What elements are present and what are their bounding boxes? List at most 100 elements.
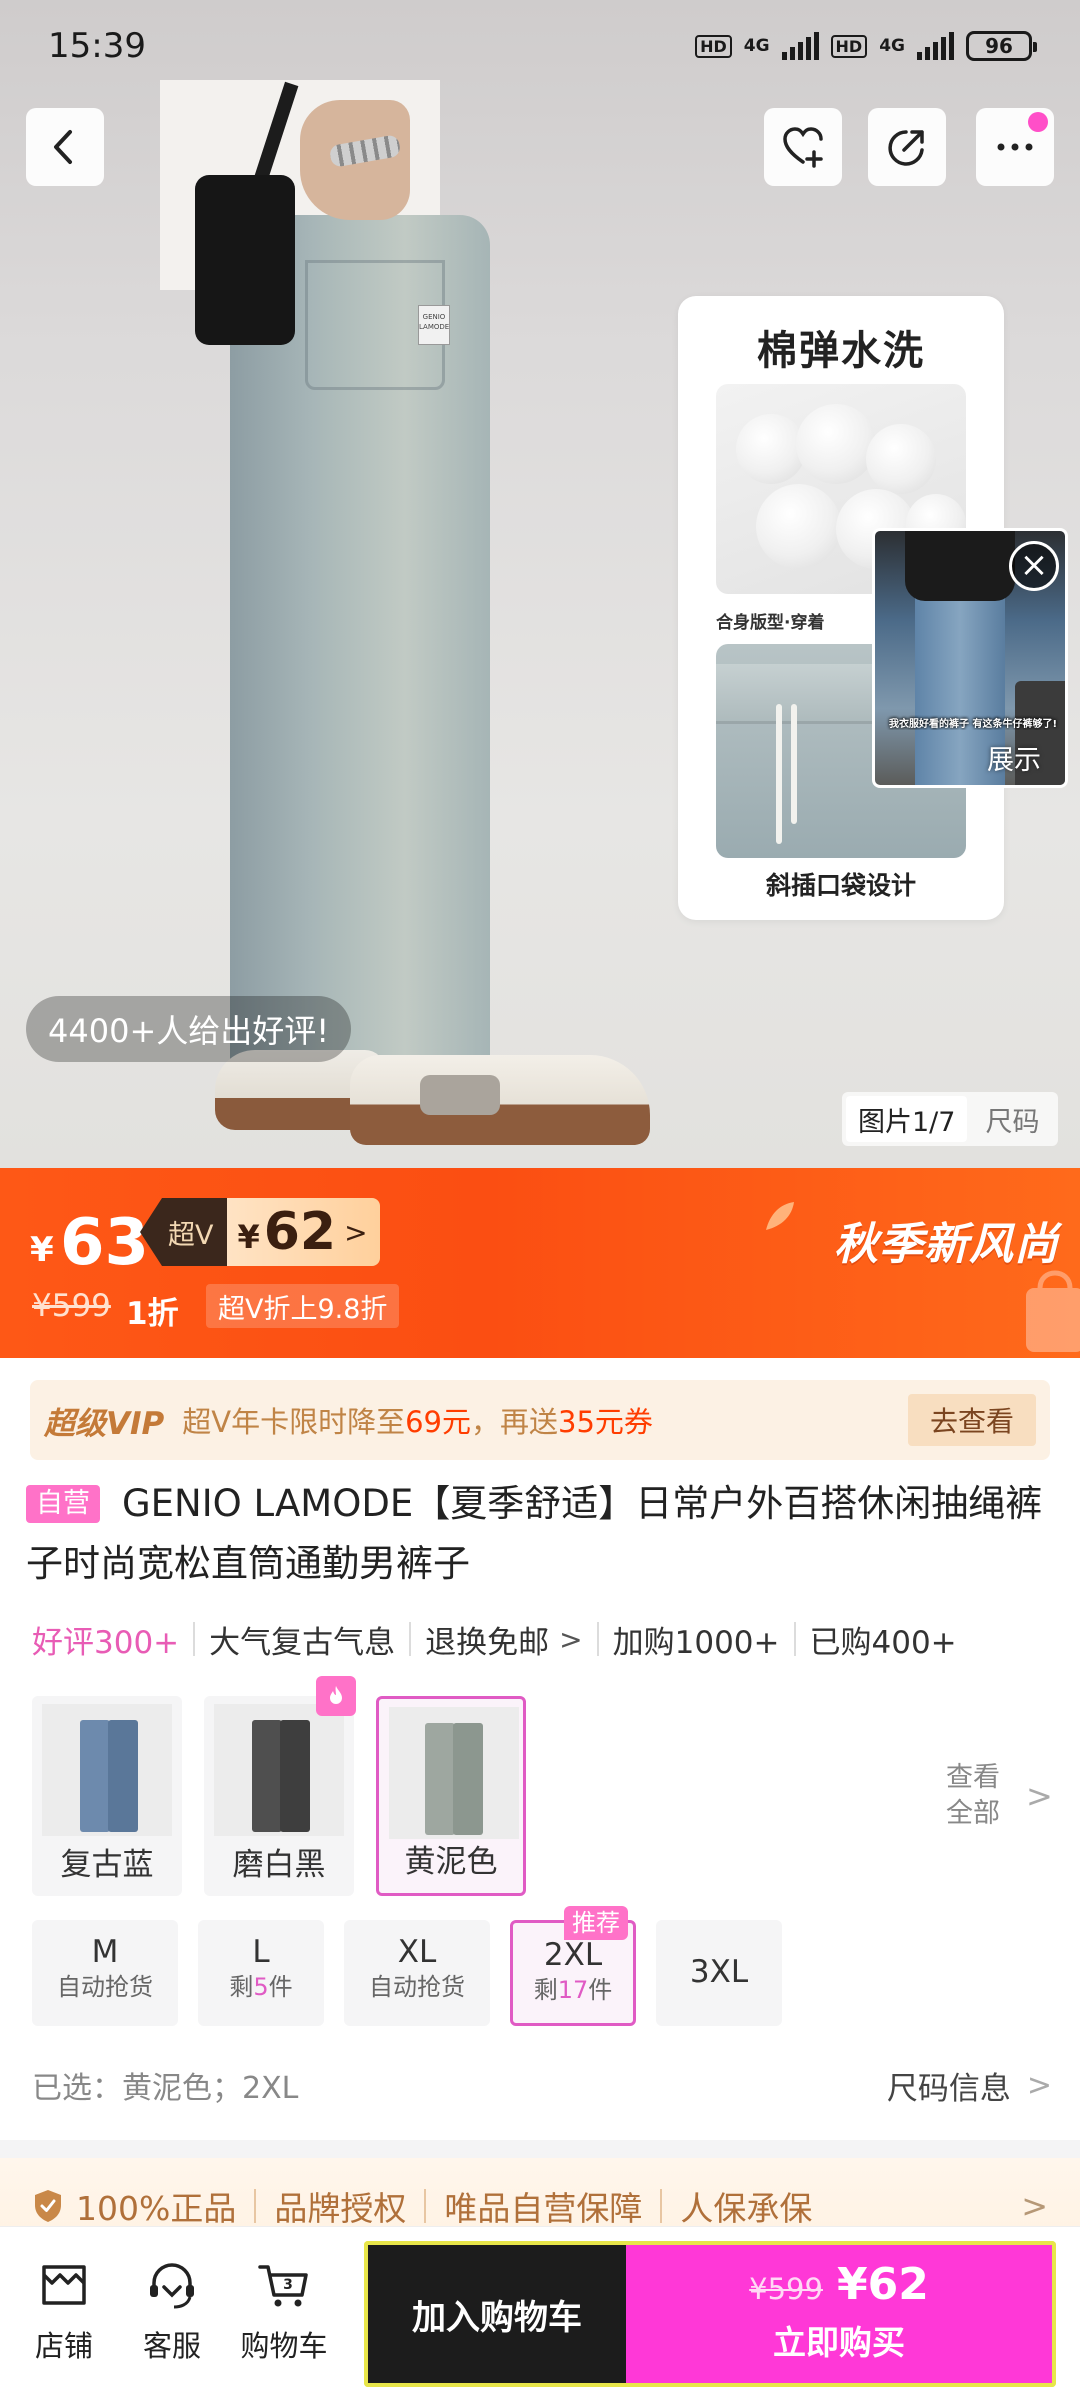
cotton-boll — [796, 404, 876, 484]
color-option-vintage-blue[interactable]: 复古蓝 — [32, 1696, 182, 1896]
view-vip-button[interactable]: 去查看 — [907, 1394, 1036, 1446]
svip-price-tag[interactable]: 超V ¥ 62 > — [140, 1198, 380, 1266]
cart-icon: 3 — [258, 2265, 308, 2307]
vip-text-middle: ，再送 — [471, 1405, 559, 1439]
cotton-boll — [756, 484, 841, 569]
vip-promo-strip[interactable]: 超级VIP 超V年卡限时降至69元，再送35元券 去查看 — [30, 1380, 1050, 1460]
variant-thumbnail — [42, 1704, 172, 1836]
stock-count: 5 — [253, 1973, 269, 2001]
added-to-cart-count: 加购1000+ — [612, 1624, 780, 1661]
svip-discount-note: 超V折上9.8折 — [206, 1284, 400, 1328]
guarantee-item: 人保承保 — [680, 2189, 813, 2228]
recommended-badge: 推荐 — [564, 1906, 628, 1940]
bottom-action-bar: 店铺 客服 3 购物车 加入购物车 ¥599 ¥62 立即购买 — [0, 2226, 1080, 2400]
buy-now-button[interactable]: ¥599 ¥62 立即购买 — [626, 2241, 1056, 2387]
review-pill[interactable]: 4400+人给出好评! — [26, 996, 352, 1062]
size-stock: 剩5件 — [198, 1970, 324, 2004]
video-label: 展示 — [987, 745, 1041, 776]
feature-title: 棉弹水洗 — [757, 328, 925, 374]
color-option-washed-black[interactable]: 磨白黑 — [204, 1696, 354, 1896]
chevron-right-icon: > — [1026, 2067, 1052, 2103]
buy-original-price: ¥599 — [749, 2272, 823, 2306]
shoe-right — [350, 1055, 650, 1145]
size-option-xl[interactable]: XL 自动抢货 — [344, 1920, 490, 2026]
image-counter-tab[interactable]: 图片1/7 — [846, 1096, 968, 1142]
super-vip-logo: 超级VIP — [44, 1405, 165, 1442]
store-button[interactable]: 店铺 — [14, 2257, 114, 2365]
status-bar: 15:39 HD 4G HD 4G 96 — [0, 0, 1080, 92]
favorite-button[interactable] — [764, 108, 842, 186]
chevron-right-icon: > — [1026, 1777, 1053, 1815]
feature-subcaption: 合身版型·穿着 — [716, 613, 825, 633]
network-type-label: 4G — [879, 35, 905, 56]
more-button[interactable] — [976, 108, 1054, 186]
jeans-label-tag: GENIO LAMODE — [418, 305, 450, 345]
stock-prefix: 剩 — [533, 1976, 558, 2004]
floating-video[interactable]: × 我衣服好看的裤子 有这条牛仔裤够了! 展示 — [872, 528, 1068, 788]
size-option-m[interactable]: M 自动抢货 — [32, 1920, 178, 2026]
signal-icon — [781, 32, 819, 60]
status-icons: HD 4G HD 4G 96 — [695, 31, 1037, 61]
video-shirt — [905, 531, 1015, 601]
size-option-l[interactable]: L 剩5件 — [198, 1920, 324, 2026]
self-operated-badge: 自营 — [26, 1485, 100, 1523]
size-note: 自动抢货 — [369, 1973, 465, 2001]
buy-price: ¥62 — [836, 2259, 929, 2310]
svip-price: ¥ 62 > — [227, 1198, 380, 1266]
flame-icon — [316, 1676, 356, 1716]
size-info-link[interactable]: 尺码信息 — [887, 2063, 1011, 2108]
color-option-mud-yellow[interactable]: 黄泥色 — [376, 1696, 526, 1896]
drawstring — [791, 704, 797, 824]
hd-icon: HD — [830, 34, 868, 58]
network-type-label: 4G — [743, 35, 770, 56]
share-button[interactable] — [868, 108, 946, 186]
close-icon[interactable]: × — [1009, 541, 1059, 591]
stock-suffix: 件 — [588, 1976, 613, 2004]
style-tag: 大气复古气息 — [209, 1624, 396, 1661]
return-policy[interactable]: 退换免邮 — [425, 1617, 549, 1662]
color-option-label: 复古蓝 — [60, 1847, 154, 1883]
size-image-tab[interactable]: 尺码 — [985, 1100, 1039, 1139]
divider — [254, 2189, 257, 2223]
shield-icon — [35, 2190, 61, 2222]
size-option-3xl[interactable]: 3XL — [656, 1920, 782, 2026]
vip-text-prefix: 超V年卡限时降至 — [182, 1405, 406, 1439]
view-all-line1: 查看 — [946, 1762, 1000, 1793]
image-indicator[interactable]: 图片1/7 尺码 — [842, 1092, 1058, 1146]
product-title: 自营 GENIO LAMODE【夏季舒适】日常户外百搭休闲抽绳裤子时尚宽松直筒通勤… — [26, 1474, 1056, 1594]
color-option-label: 黄泥色 — [404, 1844, 498, 1880]
guarantee-item: 品牌授权 — [274, 2189, 407, 2228]
jeans-leg — [453, 1723, 483, 1835]
drawstring — [776, 704, 782, 844]
add-to-cart-button[interactable]: 加入购物车 — [364, 2241, 626, 2387]
size-name: M — [91, 1934, 119, 1970]
customer-service-button[interactable]: 客服 — [122, 2257, 222, 2365]
leaf-decoration-icon — [766, 1202, 794, 1230]
purchased-count: 已购400+ — [809, 1624, 957, 1661]
jeans-leg — [425, 1723, 455, 1835]
original-price: ¥599 — [32, 1288, 111, 1324]
stock-prefix: 剩 — [229, 1973, 254, 2001]
stock-suffix: 件 — [268, 1973, 293, 2001]
chevron-right-icon: > — [559, 1622, 583, 1656]
status-time: 15:39 — [48, 26, 146, 66]
cotton-boll — [866, 424, 936, 494]
good-reviews-count[interactable]: 好评300+ — [32, 1617, 179, 1662]
back-button[interactable] — [26, 108, 104, 186]
selected-spec-row[interactable]: 已选：黄泥色；2XL 尺码信息 > — [32, 2060, 1052, 2110]
service-icon — [150, 2263, 194, 2309]
hd-icon: HD — [695, 34, 732, 58]
size-name: 2XL — [543, 1937, 603, 1973]
cart-button[interactable]: 3 购物车 — [234, 2257, 334, 2365]
share-icon — [888, 130, 924, 166]
vip-amount: 69元 — [405, 1405, 471, 1439]
divider — [793, 1622, 796, 1656]
variant-thumbnail — [214, 1704, 344, 1836]
jeans-leg — [280, 1720, 310, 1832]
size-name: XL — [397, 1934, 437, 1970]
color-option-label: 磨白黑 — [232, 1847, 326, 1883]
product-image-carousel[interactable]: GENIO LAMODE 15:39 HD 4G HD 4G 96 棉弹水洗 合… — [0, 0, 1080, 1168]
view-all-colors-button[interactable]: 查看 全部 — [946, 1760, 1000, 1832]
view-all-line2: 全部 — [946, 1798, 1000, 1829]
section-divider — [0, 2140, 1080, 2158]
